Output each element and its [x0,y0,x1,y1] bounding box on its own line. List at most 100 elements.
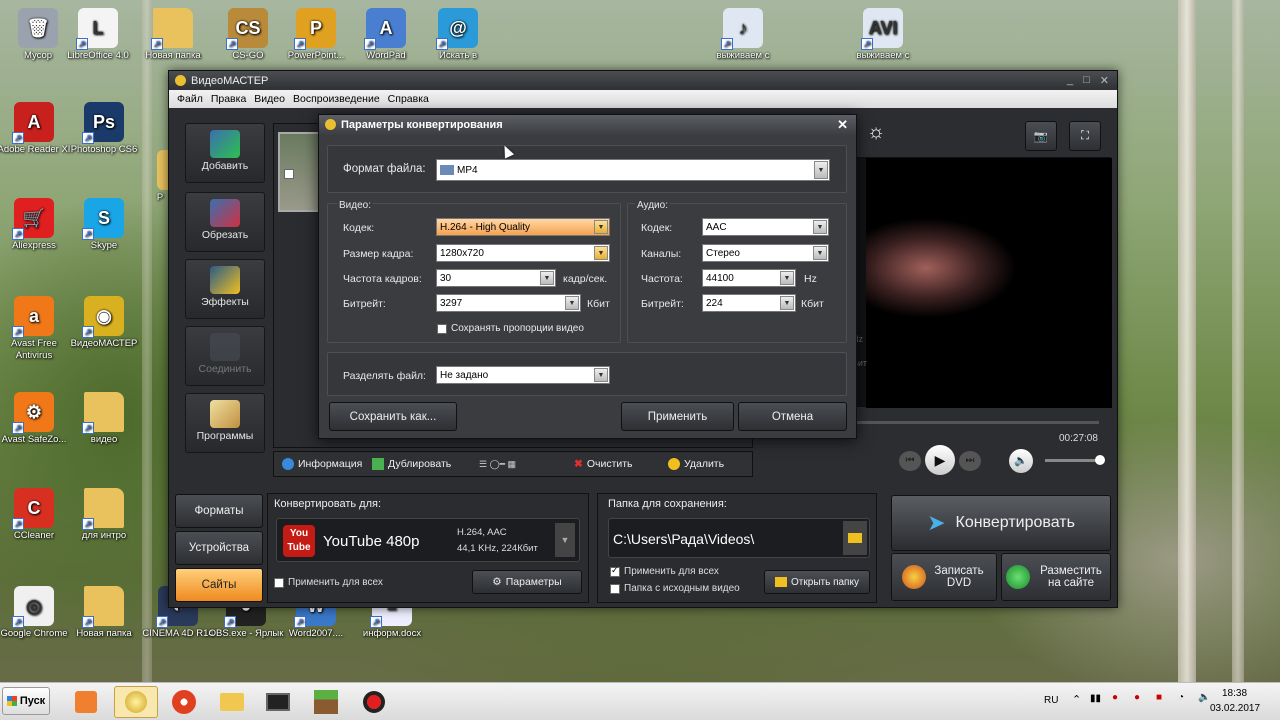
desktop-icon[interactable]: ↗ для интро [66,488,142,542]
brightness-icon[interactable]: ☼ [861,121,891,151]
minimize-button[interactable]: _ [1067,74,1073,87]
maximize-button[interactable]: □ [1083,74,1090,87]
desktop-icon[interactable]: a ↗ Avast Free Antivirus [0,296,72,362]
start-button[interactable]: Пуск [2,687,50,715]
clock-date[interactable]: 03.02.2017 [1210,703,1260,714]
next-icon[interactable]: ⏭ [959,451,981,471]
dialog-close-icon[interactable]: ✕ [837,117,848,133]
save-as-button[interactable]: Сохранить как... [329,402,457,431]
desktop-icon[interactable]: L ↗ LibreOffice 4.0 [60,8,136,62]
title-bar[interactable]: ВидеоМАСТЕР _ □ ✕ [169,71,1117,90]
delete-button[interactable]: Удалить [668,458,724,470]
format-select[interactable]: MP4 ▼ [436,159,830,181]
menu-help[interactable]: Справка [388,93,429,105]
desktop-icon[interactable]: ♪ ↗ выживаем с [705,8,781,62]
network-icon[interactable]: ◔ [1178,692,1184,703]
tab-devices[interactable]: Устройства [175,531,263,565]
cancel-button[interactable]: Отмена [738,402,847,431]
duplicate-button[interactable]: Дублировать [372,458,451,470]
keep-ratio-checkbox[interactable] [437,324,447,334]
volume-icon[interactable]: 🔈 [1009,449,1033,473]
desktop-icon[interactable]: ↗ Новая папка [66,586,142,640]
audio-bitrate-select[interactable]: 224 ▼ [702,294,796,312]
taskbar-minecraft[interactable] [304,686,348,718]
tray-app-icon[interactable]: ■ [1156,692,1162,703]
audio-codec-select[interactable]: AAC ▼ [702,218,829,236]
taskbar-videomaster[interactable] [114,686,158,718]
desktop-icon[interactable]: @ ↗ Искать в [420,8,496,62]
trim-button[interactable]: Обрезать [185,192,265,252]
apply-all-checkbox[interactable] [274,578,284,588]
apply-button[interactable]: Применить [621,402,734,431]
video-bitrate-label: Битрейт: [343,298,386,310]
desktop-icon[interactable]: Ps ↗ Photoshop CS6 [66,102,142,156]
clock-time[interactable]: 18:38 [1222,688,1247,699]
desktop-icon[interactable]: ↗ Новая папка [135,8,211,62]
desktop-icon[interactable]: ◎ ↗ Google Chrome [0,586,72,640]
taskbar-app-red[interactable] [162,686,206,718]
desktop-icon[interactable]: A ↗ WordPad [348,8,424,62]
desktop-icon[interactable]: AVI ↗ выживаем с [845,8,921,62]
keep-ratio-label: Сохранять пропорции видео [451,323,584,334]
fullscreen-button[interactable]: ⛶ [1069,121,1101,151]
frequency-select[interactable]: 44100 ▼ [702,269,796,287]
open-folder-button[interactable]: Открыть папку [764,570,870,594]
info-button[interactable]: Информация [282,458,362,470]
menu-playback[interactable]: Воспроизведение [293,93,380,105]
clear-button[interactable]: ✖ Очистить [574,458,633,470]
tray-record-icon[interactable]: ● [1112,692,1118,703]
effects-button[interactable]: Эффекты [185,259,265,319]
desktop-icon[interactable]: ◉ ↗ ВидеоМАСТЕР [66,296,142,350]
volume-slider[interactable] [1045,455,1105,465]
add-button[interactable]: Добавить [185,123,265,183]
dialog-title-bar[interactable]: Параметры конвертирования ✕ [319,115,856,135]
taskbar-explorer[interactable] [210,686,254,718]
desktop-icon[interactable]: 🛒 ↗ Aliexpress [0,198,72,252]
taskbar-media-player[interactable] [64,686,108,718]
profile-selector[interactable]: You Tube YouTube 480p H.264, AAC 44,1 KHz… [276,518,580,562]
view-toggle[interactable]: ☰ ◯━ ▦ [479,459,539,471]
desktop-icon[interactable]: P ↗ PowerPoint... [278,8,354,62]
profile-dropdown-icon[interactable]: ▼ [555,523,575,557]
save-path-field[interactable]: C:\Users\Рада\Videos\ [608,518,870,558]
fps-select[interactable]: 30 ▼ [436,269,556,287]
tray-red-icon[interactable]: ● [1134,692,1140,703]
channels-label: Каналы: [641,248,682,260]
desktop-icon[interactable]: ⚙ ↗ Avast SafeZo... [0,392,72,446]
snapshot-button[interactable]: 📷 [1025,121,1057,151]
taskbar-recorder[interactable] [352,686,396,718]
tab-formats[interactable]: Форматы [175,494,263,528]
menu-file[interactable]: Файл [177,93,203,105]
publish-button[interactable]: Разместить на сайте [1001,553,1111,601]
menu-edit[interactable]: Правка [211,93,246,105]
desktop-icon[interactable]: S ↗ Skype [66,198,142,252]
convert-button[interactable]: ➤ Конвертировать [891,495,1111,551]
desktop-icon[interactable]: CS ↗ CS-GO [210,8,286,62]
parameters-button[interactable]: ⚙ Параметры [472,570,582,594]
frame-size-select[interactable]: 1280x720 ▼ [436,244,610,262]
save-apply-all-checkbox[interactable]: ✓ [610,565,620,577]
prev-icon[interactable]: ⏮ [899,451,921,471]
source-folder-checkbox[interactable] [610,584,620,594]
programs-button[interactable]: Программы [185,393,265,453]
taskbar-console[interactable] [256,686,300,718]
close-button[interactable]: ✕ [1100,74,1109,87]
split-select[interactable]: Не задано ▼ [436,366,610,384]
video-bitrate-select[interactable]: 3297 ▼ [436,294,581,312]
play-button[interactable]: ▶ [925,445,955,475]
desktop-icon[interactable]: ↗ видео [66,392,142,446]
join-button[interactable]: Соединить [185,326,265,386]
desktop-icon[interactable]: A ↗ Adobe Reader XI [0,102,72,156]
video-codec-select[interactable]: H.264 - High Quality ▼ [436,218,610,236]
browse-folder-icon[interactable] [843,521,867,555]
file-checkbox[interactable] [284,169,294,179]
desktop-icon[interactable]: C ↗ CCleaner [0,488,72,542]
tab-sites[interactable]: Сайты [175,568,263,602]
volume-tray-icon[interactable]: 🔈 [1198,692,1210,703]
language-indicator[interactable]: RU [1044,695,1058,706]
channels-select[interactable]: Стерео ▼ [702,244,829,262]
menu-video[interactable]: Видео [254,93,285,105]
signal-icon[interactable]: ▮▮ [1090,693,1101,704]
tray-expand-icon[interactable]: ⌃ [1072,693,1081,706]
burn-dvd-button[interactable]: Записать DVD [891,553,997,601]
